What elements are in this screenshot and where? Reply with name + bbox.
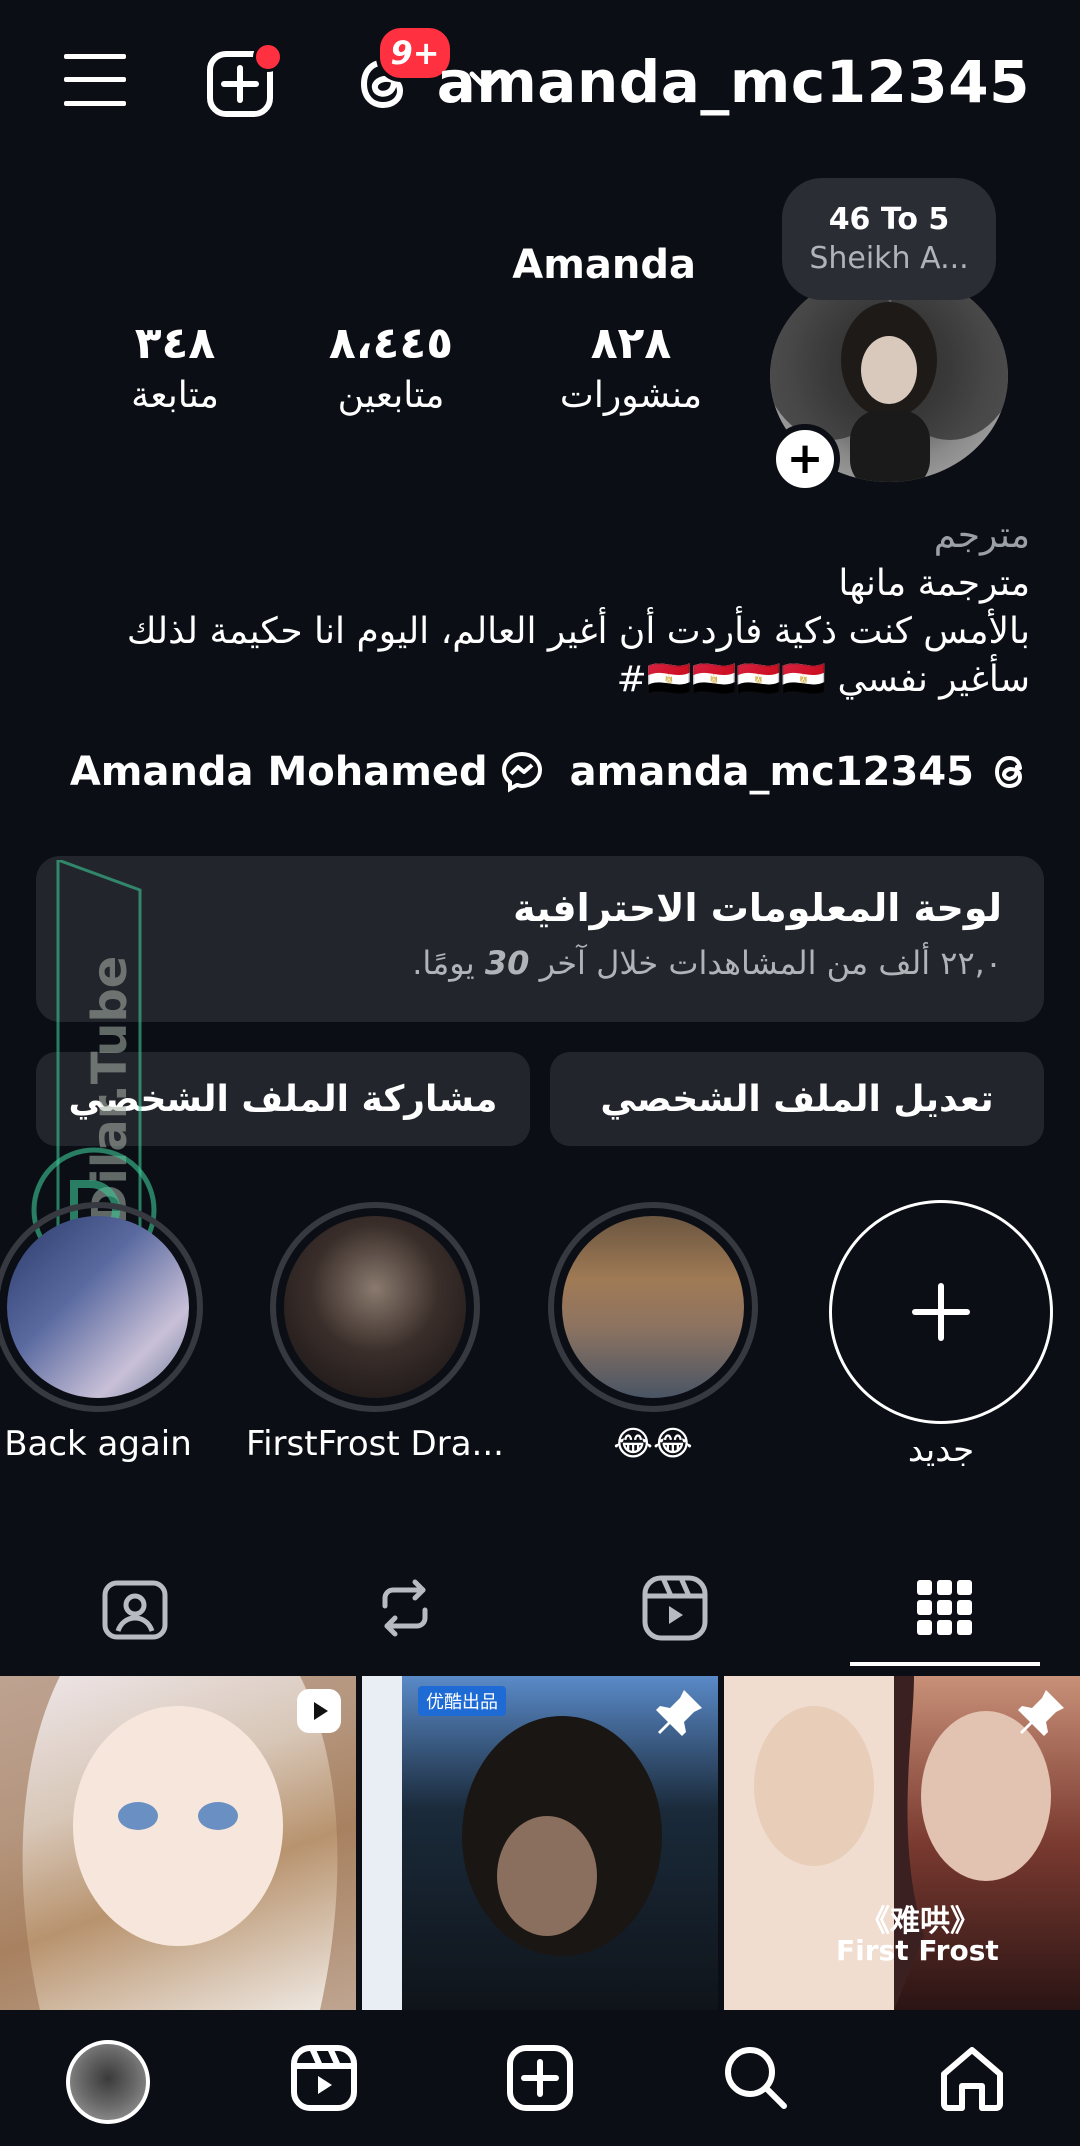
stat-followers[interactable]: ٨،٤٤٥ متابعين: [326, 318, 456, 416]
threads-small-icon: [990, 750, 1030, 794]
stat-value: ٣٤٨: [134, 318, 216, 369]
professional-dashboard[interactable]: لوحة المعلومات الاحترافية ٢٢,٠ ألف من ال…: [36, 856, 1044, 1022]
highlight-new[interactable]: جديد: [826, 1200, 1056, 1470]
stat-following[interactable]: ٣٤٨ متابعة: [120, 318, 230, 416]
note-subtitle: Sheikh A...: [809, 241, 969, 276]
dashboard-subtitle: ٢٢,٠ ألف من المشاهدات خلال آخر 30 يومًا.: [412, 944, 1002, 982]
create-nav-icon: [507, 2045, 573, 2111]
messenger-icon: [500, 750, 544, 794]
facebook-link[interactable]: Amanda Mohamed: [70, 749, 488, 795]
menu-icon[interactable]: [64, 52, 126, 108]
dashboard-days-suffix: يومًا.: [412, 944, 475, 982]
profile-links: Amanda Mohamed amanda_mc12345: [70, 742, 1030, 802]
dashboard-title: لوحة المعلومات الاحترافية: [513, 886, 1002, 930]
bottom-navigation: [0, 2012, 1080, 2146]
dashboard-views: ٢٢,٠ ألف من المشاهدات خلال آخر: [539, 944, 1002, 982]
home-icon: [941, 2047, 1003, 2111]
tab-tagged[interactable]: [0, 1558, 270, 1658]
tab-reels[interactable]: [540, 1558, 810, 1658]
profile-note[interactable]: 46 To 5 Sheikh A...: [782, 178, 996, 300]
notification-dot: [253, 42, 283, 72]
post-caption-2: First Frost: [836, 1934, 999, 1967]
dashboard-days: 30: [484, 944, 530, 982]
top-bar: 9+ amanda_mc12345: [0, 0, 1080, 165]
tab-reposts[interactable]: [270, 1558, 540, 1658]
highlight-item[interactable]: 😂😂: [538, 1202, 768, 1464]
grid-icon: [917, 1580, 972, 1635]
search-icon: [725, 2047, 787, 2109]
nav-home[interactable]: [932, 2038, 1012, 2118]
highlight-label: 😂😂: [613, 1424, 693, 1464]
account-username[interactable]: amanda_mc12345: [437, 48, 1030, 116]
nav-reels[interactable]: [284, 2038, 364, 2118]
pin-icon: [1016, 1686, 1068, 1738]
nav-search[interactable]: [716, 2038, 796, 2118]
highlight-label: Back again: [4, 1424, 192, 1464]
grid-post[interactable]: 优酷出品: [362, 1676, 718, 2010]
grid-post[interactable]: 《难哄》 First Frost: [724, 1676, 1080, 2010]
stat-value: ٨،٤٤٥: [328, 318, 454, 369]
bio-line: سأغير نفسي 🇪🇬🇪🇬🇪🇬🇪🇬#: [616, 659, 1030, 700]
tab-grid[interactable]: [810, 1558, 1080, 1658]
note-title: 46 To 5: [828, 202, 950, 237]
pin-icon: [654, 1686, 706, 1738]
stat-label: متابعين: [337, 375, 445, 416]
profile-avatar-small: [66, 2040, 150, 2124]
active-tab-indicator: [850, 1662, 1040, 1666]
edit-profile-button[interactable]: تعديل الملف الشخصي: [550, 1052, 1044, 1146]
grid-post[interactable]: [0, 1676, 356, 2010]
bio-category: مترجم: [933, 515, 1030, 556]
threads-link[interactable]: amanda_mc12345: [570, 749, 974, 795]
highlight-label: FirstFrost Dra...: [246, 1424, 504, 1464]
reels-icon: [642, 1575, 708, 1641]
nav-profile[interactable]: [64, 2038, 152, 2126]
nav-create[interactable]: [500, 2038, 580, 2118]
stat-posts[interactable]: ٨٢٨ منشورات: [556, 318, 706, 416]
tagged-icon: [102, 1580, 168, 1640]
stat-label: منشورات: [559, 375, 703, 416]
reels-nav-icon: [291, 2045, 357, 2111]
plus-icon: [912, 1283, 970, 1341]
post-caption: 优酷出品: [418, 1686, 506, 1716]
stat-value: ٨٢٨: [590, 318, 672, 369]
profile-tabs: [0, 1548, 1080, 1668]
stat-label: متابعة: [131, 375, 219, 416]
add-story-icon[interactable]: +: [770, 424, 840, 494]
display-name: Amanda: [512, 242, 696, 288]
highlight-item[interactable]: FirstFrost Dra...: [240, 1202, 510, 1464]
bio-line: بالأمس كنت ذكية فأردت أن أغير العالم، ال…: [126, 611, 1030, 652]
reel-icon: [294, 1686, 344, 1736]
repost-icon: [382, 1579, 428, 1637]
highlight-label: جديد: [907, 1430, 975, 1470]
highlight-item[interactable]: Back again: [0, 1202, 208, 1464]
bio-line: مترجمة مانها: [838, 563, 1030, 604]
profile-bio: مترجم مترجمة مانها بالأمس كنت ذكية فأردت…: [30, 512, 1030, 704]
